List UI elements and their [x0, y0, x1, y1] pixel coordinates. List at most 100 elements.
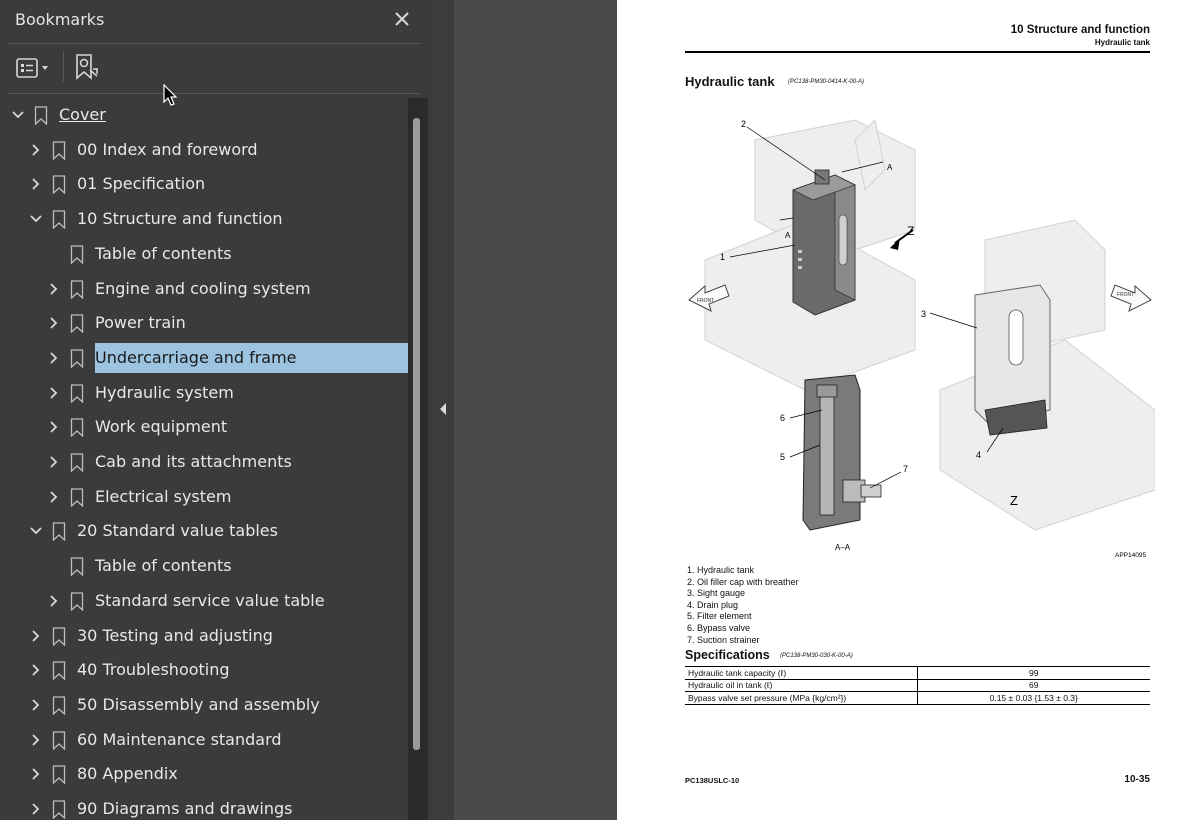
bookmark-item[interactable]: Power train [0, 306, 408, 340]
chevron-right-icon[interactable] [28, 176, 44, 192]
chevron-right-icon[interactable] [28, 142, 44, 158]
page-header-subtitle: Hydraulic tank [1094, 38, 1150, 47]
panel-header: Bookmarks [0, 0, 432, 42]
toolbar-divider [63, 52, 64, 82]
callout-2: 2 [741, 119, 746, 129]
page-number: 10-35 [1124, 774, 1150, 785]
bookmark-icon [52, 730, 66, 750]
tank-section-view [802, 374, 882, 531]
front-label: FRONT [697, 298, 714, 304]
bookmark-icon [52, 522, 66, 542]
close-icon[interactable] [392, 9, 412, 29]
collapse-panel-icon[interactable] [437, 400, 449, 418]
callout-7: 7 [903, 464, 908, 474]
bookmark-icon [70, 245, 84, 264]
bookmark-icon [52, 661, 66, 681]
bookmark-label: Cab and its attachments [95, 452, 292, 471]
specifications-table: Hydraulic tank capacity (ℓ) 99 Hydraulic… [685, 666, 1150, 705]
bookmark-item[interactable]: Cover [0, 98, 408, 132]
bookmark-item[interactable]: 50 Disassembly and assembly [0, 688, 408, 722]
parts-list: 1. Hydraulic tank 2. Oil filler cap with… [687, 565, 799, 646]
bookmark-icon [70, 557, 84, 577]
chevron-right-icon[interactable] [46, 350, 62, 366]
chevron-right-icon[interactable] [28, 766, 44, 782]
bookmark-label: Table of contents [95, 243, 232, 263]
bookmark-item[interactable]: Electrical system [0, 480, 408, 514]
bookmark-item[interactable]: 10 Structure and function [0, 202, 408, 236]
spec-value: 0.15 ± 0.03 {1.53 ± 0.3} [916, 691, 1150, 705]
scrollbar-thumb[interactable] [413, 118, 420, 750]
bookmark-label: Undercarriage and frame [95, 342, 408, 373]
chevron-right-icon[interactable] [28, 697, 44, 713]
bookmark-item[interactable]: 00 Index and foreword [0, 133, 408, 167]
bookmark-icon [70, 349, 84, 368]
new-bookmark-icon[interactable] [72, 52, 100, 82]
bookmark-label: 60 Maintenance standard [77, 729, 282, 749]
chevron-right-icon[interactable] [28, 628, 44, 644]
spec-item: Hydraulic oil in tank (ℓ) [685, 678, 917, 692]
bookmark-icon [70, 314, 84, 334]
chevron-right-icon[interactable] [46, 489, 62, 505]
bookmark-item[interactable]: 80 Appendix [0, 757, 408, 791]
footer-model: PC138USLC-10 [685, 776, 740, 785]
bookmark-item[interactable]: Hydraulic system [0, 376, 408, 410]
bookmark-label: 20 Standard value tables [77, 521, 278, 541]
bookmark-item[interactable]: Standard service value table [0, 584, 408, 618]
bookmark-icon [34, 106, 48, 125]
chevron-right-icon[interactable] [46, 419, 62, 435]
chevron-right-icon[interactable] [28, 801, 44, 817]
bookmark-label: Table of contents [95, 556, 232, 576]
divider [8, 93, 420, 94]
bookmark-label: 30 Testing and adjusting [77, 625, 273, 645]
bookmark-label: Engine and cooling system [95, 278, 311, 298]
chevron-right-icon[interactable] [46, 593, 62, 609]
chevron-right-icon[interactable] [46, 454, 62, 470]
spec-item: Bypass valve set pressure (MPa {kg/cm²}) [685, 691, 917, 705]
bookmark-label: 40 Troubleshooting [77, 660, 230, 680]
chevron-right-icon[interactable] [28, 732, 44, 748]
bookmark-item[interactable]: Cab and its attachments [0, 445, 408, 479]
section-mark-a: A [785, 231, 791, 240]
bookmark-icon [52, 210, 66, 230]
divider [8, 43, 420, 44]
bookmark-item[interactable]: Work equipment [0, 410, 408, 444]
bookmark-label: Standard service value table [95, 590, 325, 610]
bookmark-item[interactable]: 90 Diagrams and drawings [0, 792, 408, 820]
view-z-label: Z [907, 224, 914, 238]
bookmarks-toolbar [0, 46, 432, 92]
chevron-down-icon[interactable] [10, 107, 26, 123]
hydraulic-tank-figure: FRONT FRONT 2 1 3 4 5 6 7 A A Z Z A–A AP… [688, 118, 1155, 559]
list-options-icon[interactable] [14, 56, 54, 80]
bookmark-icon [52, 800, 66, 819]
bookmark-label: 50 Disassembly and assembly [77, 694, 320, 714]
chevron-right-icon[interactable] [46, 281, 62, 297]
bookmark-item[interactable]: 20 Standard value tables [0, 514, 408, 548]
bookmark-item[interactable]: Table of contents [0, 237, 408, 271]
bookmark-icon [52, 141, 66, 160]
bookmark-label: Work equipment [95, 417, 228, 437]
bookmark-label: 01 Specification [77, 174, 206, 194]
table-row: Hydraulic oil in tank (ℓ) 69 [685, 678, 1150, 692]
chevron-down-icon[interactable] [28, 211, 44, 227]
bookmark-icon [70, 592, 84, 611]
bookmark-item[interactable]: 60 Maintenance standard [0, 723, 408, 757]
bookmark-item[interactable]: Engine and cooling system [0, 272, 408, 306]
bookmark-item[interactable]: 01 Specification [0, 167, 408, 201]
chevron-right-icon[interactable] [46, 385, 62, 401]
bookmark-label: 80 Appendix [77, 764, 178, 784]
parts-list-item: 7. Suction strainer [687, 634, 760, 645]
chevron-right-icon[interactable] [46, 315, 62, 331]
chevron-down-icon[interactable] [28, 523, 44, 539]
chevron-right-icon[interactable] [28, 662, 44, 678]
page-header-title: 10 Structure and function [1010, 24, 1150, 36]
bookmark-item[interactable]: 30 Testing and adjusting [0, 619, 408, 653]
bookmark-item[interactable]: Table of contents [0, 549, 408, 583]
bookmark-icon [52, 175, 66, 195]
bookmark-item[interactable]: 40 Troubleshooting [0, 653, 408, 687]
parts-list-item: 3. Sight gauge [687, 588, 746, 599]
bookmark-item[interactable]: Undercarriage and frame [0, 341, 408, 375]
bookmark-label: Hydraulic system [95, 382, 234, 402]
bookmark-icon [70, 418, 84, 438]
parts-list-item: 1. Hydraulic tank [687, 565, 755, 575]
bookmark-label: 10 Structure and function [77, 209, 283, 229]
